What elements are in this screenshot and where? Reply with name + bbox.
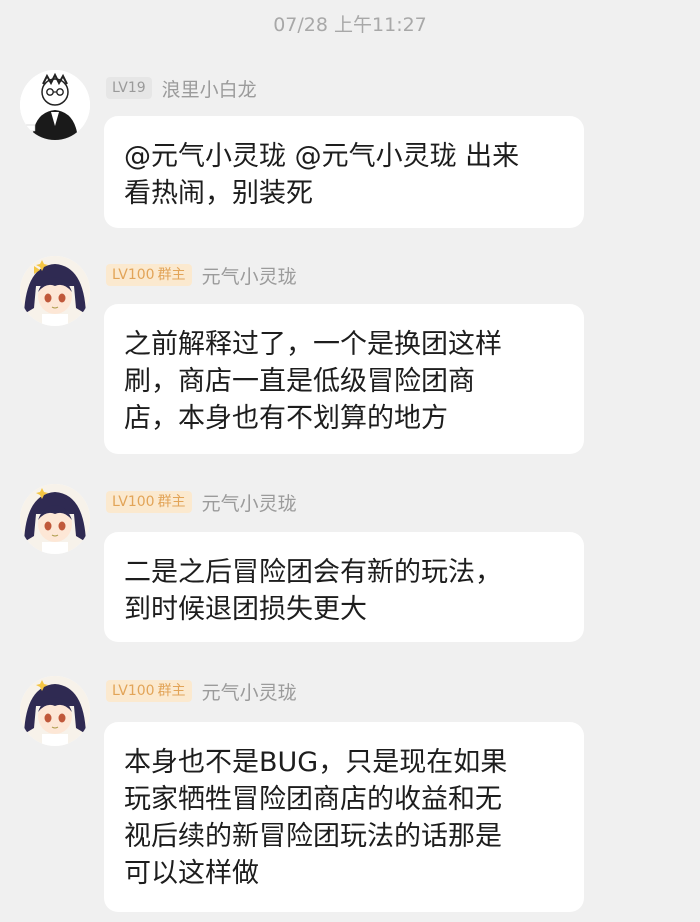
avatar[interactable]	[20, 676, 90, 746]
message-bubble[interactable]: @元气小灵珑 @元气小灵珑 出来 看热闹，别装死	[104, 116, 584, 228]
level-badge: LV19	[106, 77, 152, 99]
sender-name[interactable]: 元气小灵珑	[202, 678, 297, 705]
level-badge: LV100 群主	[106, 264, 192, 286]
timestamp: 07/28 上午11:27	[273, 14, 427, 36]
level-badge: LV100 群主	[106, 491, 192, 513]
message-bubble[interactable]: 二是之后冒险团会有新的玩法， 到时候退团损失更大	[104, 532, 584, 642]
level-badge: LV100 群主	[106, 680, 192, 702]
sender-name[interactable]: 元气小灵珑	[202, 489, 297, 516]
message-bubble[interactable]: 本身也不是BUG，只是现在如果 玩家牺牲冒险团商店的收益和无 视后续的新冒险团玩…	[104, 722, 584, 912]
avatar[interactable]	[20, 484, 90, 554]
avatar[interactable]	[20, 256, 90, 326]
sender-name[interactable]: 元气小灵珑	[202, 262, 297, 289]
avatar[interactable]	[20, 70, 90, 140]
sender-name[interactable]: 浪里小白龙	[162, 75, 257, 102]
message-bubble[interactable]: 之前解释过了，一个是换团这样 刷，商店一直是低级冒险团商 店，本身也有不划算的地…	[104, 304, 584, 454]
